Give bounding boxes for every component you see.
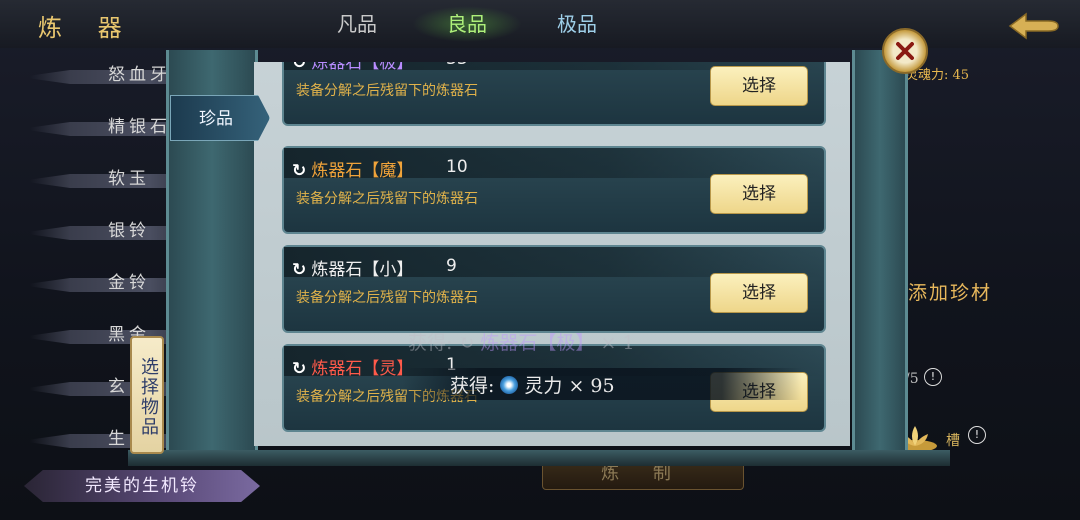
info-icon[interactable]: ! (924, 368, 942, 386)
refresh-icon: ↻ (292, 62, 307, 73)
tab-common[interactable]: 凡品 (302, 6, 412, 42)
list-item[interactable]: ↻ 炼器石【极】 33 装备分解之后残留下的炼器石 选择 (282, 62, 826, 126)
item-count: 33 (446, 62, 468, 69)
select-item-label: 选择物品 (130, 336, 164, 454)
item-description: 装备分解之后残留下的炼器石 (296, 83, 478, 99)
refresh-icon: ↻ (292, 260, 307, 280)
popup-bottom-ledge (128, 450, 950, 466)
select-button[interactable]: 选择 (710, 174, 808, 214)
select-button[interactable]: 选择 (710, 66, 808, 106)
list-item[interactable]: ↻ 炼器石【小】 9 装备分解之后残留下的炼器石 选择 (282, 245, 826, 333)
tab-good[interactable]: 良品 (412, 6, 522, 42)
tab-superior[interactable]: 极品 (522, 6, 632, 42)
scroll-right-roller (852, 50, 908, 458)
refresh-icon: ↻ (292, 161, 307, 181)
slot-label: 槽 (946, 433, 960, 449)
tab-rare[interactable]: 珍品 (170, 95, 270, 141)
item-count: 9 (446, 256, 457, 276)
close-icon (896, 42, 914, 60)
toast-previous: 获得: ↻ 炼器石【极】 × 1 (408, 332, 635, 354)
info-icon[interactable]: ! (968, 426, 986, 444)
back-button[interactable] (1008, 8, 1060, 44)
list-item[interactable]: ↻ 炼器石【魔】 10 装备分解之后残留下的炼器石 选择 (282, 146, 826, 234)
back-arrow-icon (1008, 12, 1059, 40)
page-title: 炼 器 (38, 14, 136, 42)
add-material-label[interactable]: 添加珍材 (908, 278, 992, 305)
spirit-power-icon (500, 376, 519, 394)
refresh-icon: ↻ (292, 359, 307, 379)
toast-current: 获得: 灵力 × 95 (450, 375, 615, 397)
select-button[interactable]: 选择 (710, 273, 808, 313)
item-description: 装备分解之后残留下的炼器石 (296, 191, 478, 207)
current-item-button[interactable]: 完美的生机铃 (24, 470, 260, 502)
item-description: 装备分解之后残留下的炼器石 (296, 290, 478, 306)
close-button[interactable] (882, 28, 928, 74)
item-count: 10 (446, 157, 468, 177)
refresh-icon: ↻ (458, 332, 481, 354)
